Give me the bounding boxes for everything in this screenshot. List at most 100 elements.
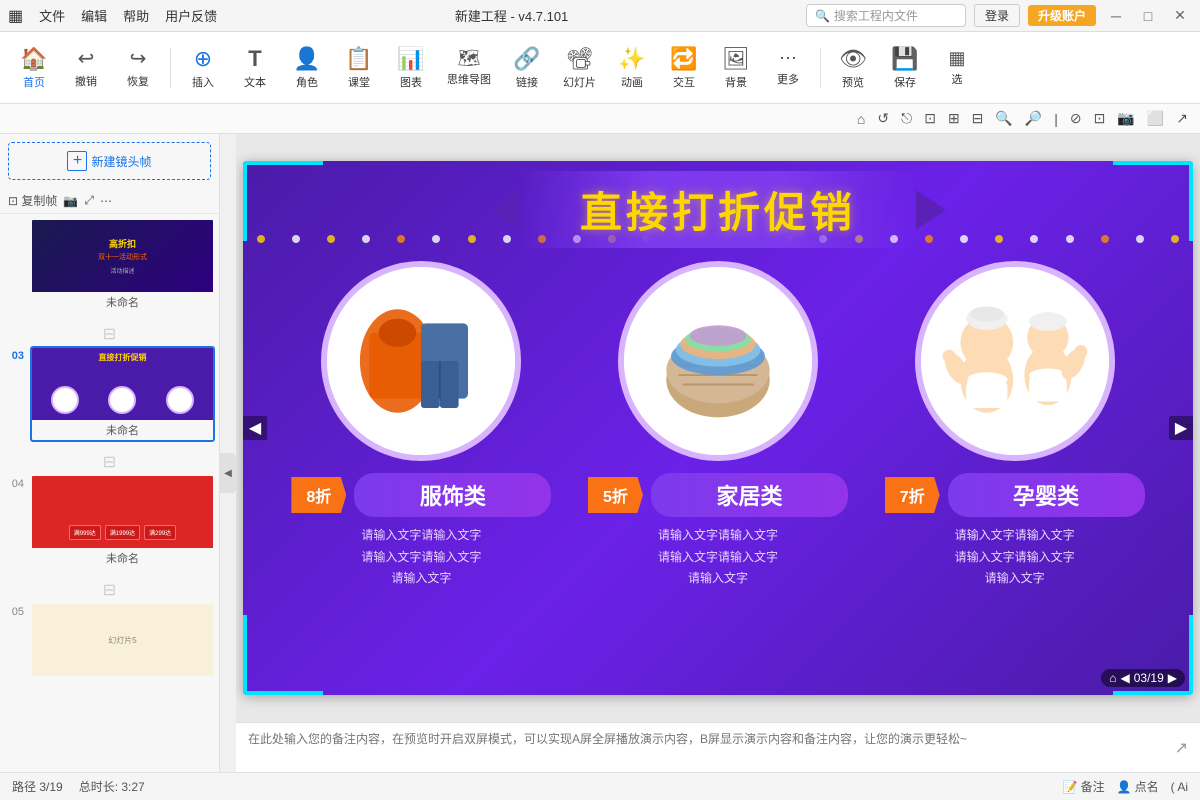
home-icon: 🏠 (20, 46, 47, 72)
menu-edit[interactable]: 编辑 (81, 6, 107, 25)
toolbar-link[interactable]: 🔗 链接 (503, 42, 551, 94)
search-box[interactable]: 🔍 搜索工程内文件 (806, 4, 966, 27)
status-right: 📝 备注 👤 点名 ( Ai (1063, 778, 1188, 795)
product-item-1: 8折 服饰类 请输入文字请输入文字 请输入文字请输入文字 请输入文字 (291, 261, 551, 590)
toolbar-home[interactable]: 🏠 首页 (10, 42, 58, 94)
title-bar-right: 🔍 搜索工程内文件 登录 升级账户 ─ □ ✕ (806, 4, 1192, 27)
fit-action-button[interactable]: ⤢ (84, 193, 94, 208)
menu-file[interactable]: 文件 (39, 6, 65, 25)
toolbar-classroom[interactable]: 📋 课堂 (335, 42, 383, 94)
icon-tool-rect[interactable]: ⬜ (1143, 108, 1168, 129)
product-desc-2: 请输入文字请输入文字 请输入文字请输入文字 请输入文字 (658, 525, 778, 590)
insert-icon: ⊕ (194, 46, 212, 72)
notes-textarea[interactable] (248, 730, 1175, 766)
minimize-button[interactable]: ─ (1104, 8, 1128, 24)
toolbar-chart[interactable]: 📊 图表 (387, 42, 435, 94)
title-bar-left: ▦ 文件 编辑 帮助 用户反馈 (8, 6, 217, 26)
redo-label: 恢复 (127, 73, 149, 89)
slide-nav-left-button[interactable]: ◀ (243, 416, 267, 440)
icon-tool-zoom-out[interactable]: 🔎 (1021, 108, 1046, 129)
slide-num-5: 05 (4, 602, 24, 618)
icon-tool-camera[interactable]: 📷 (1113, 108, 1138, 129)
search-icon: 🔍 (815, 9, 830, 23)
new-frame-label: 新建镜头帧 (91, 153, 151, 170)
upgrade-button[interactable]: 升级账户 (1028, 5, 1096, 26)
slide-list: 高折扣 双十一活动形式 活动描述 未命名 ⊟ 03 直接打折促销 (0, 214, 219, 772)
notes-expand-button[interactable]: ↗ (1175, 738, 1188, 758)
toolbar-more[interactable]: ⋯ 更多 (764, 44, 812, 91)
slide-thumb-3: 直接打折促销 未命名 (30, 346, 215, 442)
prev-slide-button[interactable]: ◀ (1121, 671, 1130, 685)
toolbar-select[interactable]: ▦ 选 (933, 44, 981, 91)
frame-actions: ⊡ 复制帧 📷 ⤢ ⋯ (0, 188, 219, 214)
slide-separator-3: ⊟ (4, 578, 215, 602)
maximize-button[interactable]: □ (1136, 8, 1160, 24)
toolbar-text[interactable]: T 文本 (231, 42, 279, 94)
toolbar-role[interactable]: 👤 角色 (283, 42, 331, 94)
icon-tool-home[interactable]: ⌂ (853, 109, 869, 129)
slide-item-1[interactable]: 高折扣 双十一活动形式 活动描述 未命名 (4, 218, 215, 314)
mindmap-label: 思维导图 (447, 71, 491, 87)
home-nav-icon[interactable]: ⌂ (1109, 671, 1116, 685)
select-icon: ▦ (948, 48, 965, 69)
login-button[interactable]: 登录 (974, 4, 1020, 27)
icon-tool-expand[interactable]: ↗ (1172, 108, 1192, 129)
slide-num-4: 04 (4, 474, 24, 490)
slide-item-5[interactable]: 05 幻灯片5 (4, 602, 215, 678)
more-action-button[interactable]: ⋯ (100, 194, 112, 208)
ai-button[interactable]: ( Ai (1171, 780, 1188, 794)
icon-tool-escape[interactable]: ⎋ (897, 108, 916, 129)
toolbar-divider-1 (170, 48, 171, 88)
icon-toolbar: ⌂ ↺ ⎋ ⊡ ⊞ ⊟ 🔍 🔎 | ⊘ ⊡ 📷 ⬜ ↗ (0, 104, 1200, 134)
sidebar-collapse-button[interactable]: ◀ (220, 453, 236, 493)
toolbar-insert[interactable]: ⊕ 插入 (179, 42, 227, 94)
close-button[interactable]: ✕ (1168, 7, 1192, 24)
icon-tool-zoom-in[interactable]: 🔍 (991, 108, 1016, 129)
icon-tool-separator: | (1050, 109, 1062, 129)
product-section: 8折 服饰类 请输入文字请输入文字 请输入文字请输入文字 请输入文字 (243, 261, 1193, 590)
save-label: 保存 (894, 74, 916, 90)
toolbar-bg[interactable]: 🖼 背景 (712, 42, 760, 94)
slide-item-3[interactable]: 03 直接打折促销 未命名 (4, 346, 215, 442)
text-icon: T (248, 46, 261, 72)
menu-feedback[interactable]: 用户反馈 (165, 6, 217, 25)
more-icon: ⋯ (779, 48, 797, 69)
notes-button[interactable]: 📝 备注 (1063, 778, 1105, 795)
slide-nav-right-button[interactable]: ▶ (1169, 416, 1193, 440)
category-name-2: 家居类 (651, 473, 848, 517)
icon-tool-grid1[interactable]: ⊡ (920, 108, 940, 129)
toolbar-preview[interactable]: 👁 预览 (829, 42, 877, 94)
toolbar-undo[interactable]: ↩ 撤销 (62, 42, 110, 93)
icon-tool-grid3[interactable]: ⊟ (968, 108, 988, 129)
slide-item-4[interactable]: 04 满999达 满1999达 满299达 未命名 (4, 474, 215, 570)
icon-tool-grid2[interactable]: ⊞ (944, 108, 964, 129)
product-circle-2 (618, 261, 818, 461)
camera-action-button[interactable]: 📷 (63, 194, 78, 208)
insert-label: 插入 (192, 74, 214, 90)
title-left-arrow (490, 190, 520, 230)
undo-label: 撤销 (75, 73, 97, 89)
slide-counter-bar: ⌂ ◀ 03/19 ▶ (1101, 669, 1185, 687)
menu-help[interactable]: 帮助 (123, 6, 149, 25)
icon-tool-frame[interactable]: ⊡ (1090, 108, 1110, 129)
toolbar-redo[interactable]: ↪ 恢复 (114, 42, 162, 93)
toolbar-ppt[interactable]: 📽 幻灯片 (555, 42, 604, 94)
icon-tool-undo[interactable]: ↺ (873, 108, 893, 129)
slide-counter-text: 03/19 (1134, 671, 1164, 685)
link-label: 链接 (516, 74, 538, 90)
slide-thumb-5: 幻灯片5 (30, 602, 215, 678)
toolbar-animate[interactable]: ✨ 动画 (608, 42, 656, 94)
next-slide-button[interactable]: ▶ (1168, 671, 1177, 685)
slide-canvas-outer: ◀ (243, 161, 1193, 695)
call-button[interactable]: 👤 点名 (1117, 778, 1159, 795)
copy-frame-button[interactable]: ⊡ 复制帧 (8, 192, 57, 209)
icon-tool-align[interactable]: ⊘ (1066, 108, 1086, 129)
toolbar-mindmap[interactable]: 🗺 思维导图 (439, 44, 499, 91)
toolbar-save[interactable]: 💾 保存 (881, 42, 929, 94)
new-frame-button[interactable]: + 新建镜头帧 (8, 142, 211, 180)
search-placeholder: 搜索工程内文件 (834, 7, 918, 24)
toolbar-interact[interactable]: 🔁 交互 (660, 42, 708, 94)
product-item-2: 5折 家居类 请输入文字请输入文字 请输入文字请输入文字 请输入文字 (588, 261, 848, 590)
slide-title-3: 未命名 (32, 422, 213, 440)
title-bar: ▦ 文件 编辑 帮助 用户反馈 新建工程 - v4.7.101 🔍 搜索工程内文… (0, 0, 1200, 32)
